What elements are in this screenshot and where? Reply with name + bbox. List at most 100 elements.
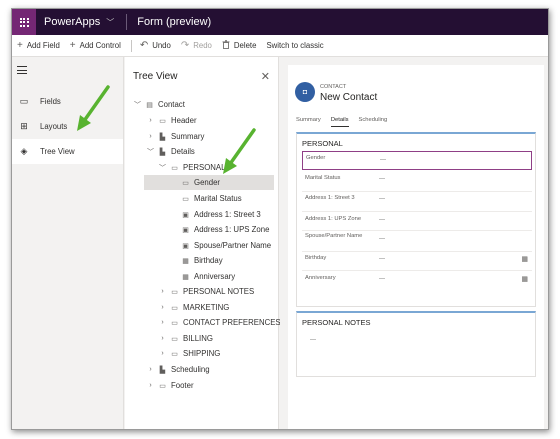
calendar-icon[interactable]: ▦	[521, 255, 528, 263]
tab-summary[interactable]: Summary	[296, 117, 321, 127]
app-window: PowerApps ﹀ Form (preview) + Add Field +…	[11, 8, 549, 430]
tree-node-marital-status[interactable]: ▭ Marital Status	[178, 191, 241, 206]
tree-node-personal-notes[interactable]: › ▭ PERSONAL NOTES	[158, 284, 254, 299]
close-icon[interactable]: ✕	[261, 70, 270, 83]
tree-node-label: PERSONAL NOTES	[183, 287, 255, 296]
tab-icon: ▙	[159, 148, 166, 156]
toolbar-divider	[130, 39, 132, 52]
section-icon: ▭	[171, 350, 178, 358]
contact-avatar-icon: ◘	[295, 82, 315, 102]
tree-node-billing[interactable]: › ▭ BILLING	[158, 331, 213, 346]
tree-node-birthday[interactable]: ▦ Birthday	[178, 253, 222, 268]
tree-node-label: Spouse/Partner Name	[194, 241, 272, 250]
tab-details[interactable]: Details	[330, 117, 349, 127]
gender-field[interactable]: Gender ---	[302, 151, 532, 170]
personal-notes-section[interactable]: PERSONAL NOTES ---	[296, 311, 536, 377]
section-icon: ▭	[171, 335, 178, 343]
undo-button[interactable]: ↶ Undo	[139, 39, 171, 51]
tree-node-label: Details	[171, 147, 195, 156]
tree-node-contact[interactable]: ﹀ ▤ Contact	[133, 97, 185, 112]
form-tabs: Summary Details Scheduling	[296, 117, 397, 127]
chevron-down-icon: ﹀	[106, 17, 115, 27]
form-canvas: ◘ CONTACT New Contact Summary Details Sc…	[280, 57, 548, 429]
divider	[126, 14, 128, 30]
redo-label: Redo	[193, 41, 212, 50]
app-launcher-button[interactable]	[12, 9, 36, 35]
tree-node-footer[interactable]: › ▭ Footer	[146, 378, 194, 393]
tree-node-scheduling[interactable]: › ▙ Scheduling	[146, 362, 210, 377]
anniversary-field[interactable]: Anniversary --- ▦	[302, 271, 532, 292]
tree-node-address-ups-zone[interactable]: ▣ Address 1: UPS Zone	[178, 222, 269, 237]
address-ups-zone-field[interactable]: Address 1: UPS Zone ---	[302, 212, 532, 231]
field-value: ---	[379, 176, 385, 182]
chevron-right-icon: ›	[161, 304, 164, 311]
layouts-icon: ⊞	[20, 121, 28, 131]
field-label: Spouse/Partner Name	[305, 233, 363, 239]
waffle-icon	[19, 17, 29, 27]
tree-node-personal[interactable]: ﹀ ▭ PERSONAL	[158, 160, 225, 175]
tree-node-summary[interactable]: › ▙ Summary	[146, 129, 204, 144]
tree-node-address-street-3[interactable]: ▣ Address 1: Street 3	[178, 207, 261, 222]
calendar-icon: ▦	[182, 257, 189, 265]
tree-node-label: CONTACT PREFERENCES	[183, 318, 281, 327]
section-icon: ▭	[171, 319, 178, 327]
chevron-right-icon: ›	[149, 133, 152, 140]
tree-node-anniversary[interactable]: ▦ Anniversary	[178, 269, 235, 284]
field-label: Anniversary	[305, 275, 336, 281]
tree-node-header[interactable]: › ▭ Header	[146, 113, 196, 128]
undo-icon: ↶	[139, 39, 149, 51]
tree-node-spouse-partner-name[interactable]: ▣ Spouse/Partner Name	[178, 238, 271, 253]
plus-icon: +	[69, 39, 76, 51]
field-value: ---	[379, 236, 385, 242]
fields-icon: ▭	[19, 96, 29, 106]
tree-node-label: BILLING	[183, 334, 213, 343]
tab-icon: ▙	[159, 133, 166, 141]
tree-node-label: Contact	[158, 100, 185, 109]
tree-node-marketing[interactable]: › ▭ MARKETING	[158, 300, 229, 315]
tree-node-label: Summary	[171, 132, 205, 141]
chevron-down-icon: ﹀	[147, 148, 154, 156]
redo-button[interactable]: ↷ Redo	[181, 40, 212, 51]
add-field-button[interactable]: + Add Field	[17, 40, 60, 51]
tree-view-icon: ◈	[20, 146, 28, 156]
section-title: PERSONAL	[302, 139, 343, 148]
switch-to-classic-label: Switch to classic	[266, 41, 324, 50]
top-bar: PowerApps ﹀ Form (preview)	[12, 9, 548, 35]
trash-icon	[222, 39, 230, 52]
tree-node-label: Footer	[171, 381, 194, 390]
panel-title: Tree View	[133, 71, 178, 82]
tree-node-label: Gender	[194, 178, 221, 187]
field-label: Birthday	[305, 255, 327, 261]
calendar-icon: ▦	[182, 273, 189, 281]
notes-value: ---	[310, 337, 316, 343]
form-preview: ◘ CONTACT New Contact Summary Details Sc…	[288, 65, 544, 429]
add-control-button[interactable]: + Add Control	[69, 39, 121, 51]
personal-section[interactable]: PERSONAL Gender --- Marital Status --- A…	[296, 132, 536, 307]
delete-label: Delete	[233, 41, 257, 50]
entity-name: CONTACT	[320, 84, 347, 90]
delete-button[interactable]: Delete	[222, 39, 257, 52]
chevron-right-icon: ›	[149, 366, 152, 373]
address-street-3-field[interactable]: Address 1: Street 3 ---	[302, 192, 532, 212]
tree-node-label: Address 1: Street 3	[194, 210, 261, 219]
rail-item-tree-view[interactable]: ◈ Tree View	[12, 139, 123, 164]
annotation-arrow-icon	[77, 85, 110, 131]
form-icon: ▤	[146, 101, 153, 109]
app-name: PowerApps	[44, 16, 101, 28]
tree-node-details[interactable]: ﹀ ▙ Details	[146, 144, 195, 159]
spouse-partner-name-field[interactable]: Spouse/Partner Name ---	[302, 231, 532, 252]
tab-scheduling[interactable]: Scheduling	[359, 117, 388, 127]
switch-to-classic-button[interactable]: Switch to classic	[266, 41, 323, 50]
tree-node-contact-preferences[interactable]: › ▭ CONTACT PREFERENCES	[158, 315, 281, 330]
tree-node-shipping[interactable]: › ▭ SHIPPING	[158, 346, 220, 361]
section-title: PERSONAL NOTES	[302, 318, 371, 327]
birthday-field[interactable]: Birthday --- ▦	[302, 252, 532, 271]
tree-node-label: Scheduling	[171, 365, 210, 374]
marital-status-field[interactable]: Marital Status ---	[302, 172, 532, 192]
app-name-menu[interactable]: PowerApps ﹀	[44, 16, 114, 28]
chevron-right-icon: ›	[161, 288, 164, 295]
tree-node-label: SHIPPING	[183, 349, 221, 358]
calendar-icon[interactable]: ▦	[521, 275, 528, 283]
hamburger-menu-icon[interactable]	[17, 66, 27, 77]
field-value: ---	[380, 157, 386, 163]
